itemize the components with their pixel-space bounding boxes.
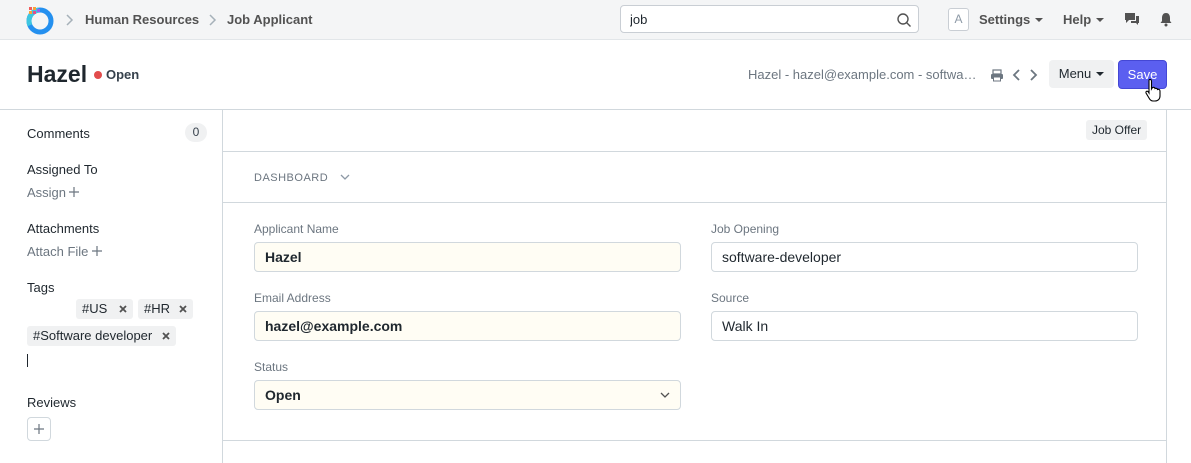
plus-icon [34, 424, 44, 434]
help-label: Help [1063, 12, 1092, 27]
tag-software-developer[interactable]: #Software developer [27, 326, 176, 346]
remove-tag-icon[interactable] [178, 304, 188, 314]
breadcrumb-human-resources[interactable]: Human Resources [85, 12, 199, 27]
tag-label: #Software developer [33, 328, 153, 343]
source-field[interactable]: Walk In [711, 311, 1138, 341]
search-input[interactable] [630, 11, 890, 28]
email-address-field[interactable]: hazel@example.com [254, 311, 681, 341]
attachments-label: Attachments [27, 221, 100, 236]
page-head: Hazel Open Hazel - hazel@example.com - s… [0, 40, 1191, 110]
status-select[interactable]: Open [254, 380, 681, 410]
dashboard-section-label[interactable]: DASHBOARD [254, 172, 328, 184]
email-address-label: Email Address [254, 291, 331, 305]
source-label: Source [711, 291, 750, 305]
tags-label: Tags [27, 280, 55, 295]
print-icon[interactable] [990, 67, 1004, 83]
status-indicator-dot [94, 71, 102, 79]
add-review-button[interactable] [27, 417, 51, 441]
tag-label: #US [82, 301, 108, 316]
page-title: Hazel [27, 61, 88, 87]
app-logo-icon[interactable] [26, 4, 54, 36]
tag-label: #HR [144, 301, 171, 316]
remove-tag-icon[interactable] [118, 304, 128, 314]
reviews-label: Reviews [27, 395, 77, 410]
assign-link[interactable]: Assign [27, 185, 66, 200]
menu-button[interactable]: Menu [1049, 60, 1114, 88]
status-badge: Open [106, 67, 140, 82]
divider [223, 440, 1167, 441]
status-select-value: Open [265, 387, 301, 403]
job-opening-label: Job Opening [711, 222, 780, 236]
previous-document-icon[interactable] [1010, 67, 1024, 83]
top-navbar: Human Resources Job Applicant A Settings… [0, 0, 1191, 40]
tag-hr[interactable]: #HR [138, 299, 193, 319]
applicant-name-field[interactable]: Hazel [254, 242, 681, 272]
search-icon[interactable] [896, 12, 912, 28]
plus-icon[interactable] [92, 246, 102, 256]
settings-label: Settings [979, 12, 1031, 27]
mouse-pointer-hand-icon [1145, 78, 1161, 102]
divider [223, 151, 1167, 152]
chevron-down-icon[interactable] [340, 173, 350, 181]
awesome-bar[interactable] [620, 5, 919, 33]
status-label: Status [254, 360, 289, 374]
chevron-right-icon [209, 14, 217, 26]
document-subtitle: Hazel - hazel@example.com - software-dev… [748, 67, 978, 82]
user-avatar[interactable]: A [948, 8, 969, 31]
comments-count-badge: 0 [185, 123, 207, 142]
job-offer-button[interactable]: Job Offer [1086, 120, 1148, 140]
tag-input-caret[interactable] [27, 354, 28, 367]
menu-label: Menu [1058, 66, 1092, 81]
plus-icon[interactable] [69, 187, 79, 197]
tag-us[interactable]: #US [76, 299, 133, 319]
chat-icon[interactable] [1124, 11, 1140, 27]
assigned-to-label: Assigned To [27, 162, 98, 177]
divider [223, 202, 1167, 203]
remove-tag-icon[interactable] [161, 331, 171, 341]
help-dropdown[interactable]: Help [1063, 12, 1105, 27]
job-opening-field[interactable]: software-developer [711, 242, 1138, 272]
next-document-icon[interactable] [1026, 67, 1040, 83]
chevron-down-icon [660, 392, 670, 398]
breadcrumb-job-applicant[interactable]: Job Applicant [227, 12, 312, 27]
attach-file-link[interactable]: Attach File [27, 244, 88, 259]
caret-down-icon [1035, 17, 1044, 22]
form-sidebar: Comments 0 Assigned To Assign Attachment… [0, 111, 222, 463]
comments-label[interactable]: Comments [27, 126, 90, 141]
notification-bell-icon[interactable] [1158, 11, 1174, 27]
caret-down-icon [1096, 71, 1105, 76]
caret-down-icon [1096, 17, 1105, 22]
chevron-right-icon [66, 14, 74, 26]
settings-dropdown[interactable]: Settings [979, 12, 1044, 27]
applicant-name-label: Applicant Name [254, 222, 339, 236]
form-panel: Job Offer DASHBOARD Applicant Name Hazel… [222, 110, 1167, 463]
